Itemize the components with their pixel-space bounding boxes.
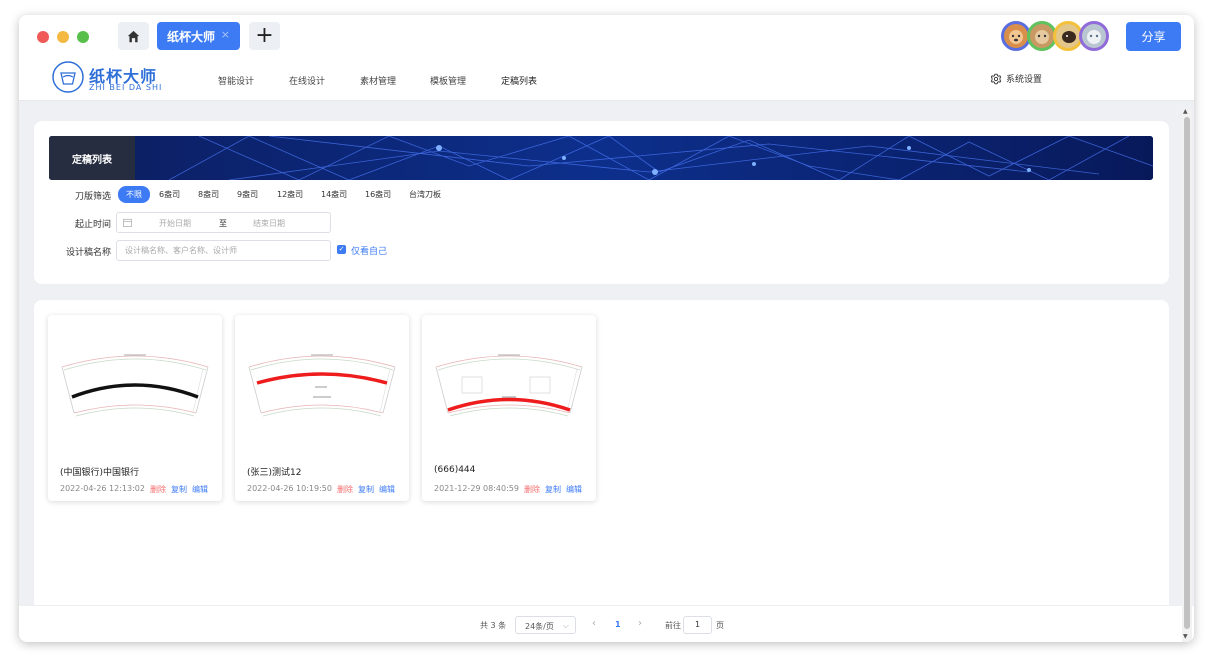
date-range-label: 起止时间 bbox=[74, 220, 111, 230]
calendar-icon bbox=[123, 218, 132, 227]
page-size-select[interactable]: 24条/页 ⌵ bbox=[515, 616, 576, 634]
cat-avatar-icon bbox=[1087, 30, 1101, 44]
knife-option-taiwan[interactable]: 台湾刀板 bbox=[409, 189, 441, 200]
delete-link[interactable]: 删除 bbox=[150, 484, 166, 495]
nav-item-material-manage[interactable]: 素材管理 bbox=[360, 74, 396, 87]
design-name-label: 设计稿名称 bbox=[65, 248, 111, 258]
design-date: 2022-04-26 12:13:02 bbox=[60, 484, 145, 493]
knife-option-6oz[interactable]: 6盎司 bbox=[159, 189, 180, 200]
title-bar: 纸杯大师 × + 分享 bbox=[19, 15, 1194, 59]
gear-icon bbox=[990, 73, 1002, 84]
design-list-panel: (中国银行)中国银行 2022-04-26 12:13:02 删除 复制 编辑 … bbox=[34, 300, 1169, 605]
tab-label: 纸杯大师 bbox=[167, 29, 216, 44]
design-date: 2021-12-29 08:40:59 bbox=[434, 484, 519, 493]
design-card[interactable]: (中国银行)中国银行 2022-04-26 12:13:02 删除 复制 编辑 bbox=[48, 315, 222, 501]
knife-option-unlimited[interactable]: 不限 bbox=[118, 186, 150, 203]
knife-option-9oz[interactable]: 9盎司 bbox=[237, 189, 258, 200]
top-navbar: 纸杯大师 ZHI BEI DA SHI 智能设计 在线设计 素材管理 模板管理 … bbox=[19, 59, 1194, 101]
knife-filter-label: 刀版筛选 bbox=[74, 192, 111, 202]
knife-option-16oz[interactable]: 16盎司 bbox=[365, 189, 391, 200]
tab-close-icon[interactable]: × bbox=[221, 28, 230, 41]
total-count: 共 3 条 bbox=[480, 621, 507, 630]
only-mine-checkbox[interactable]: ✓ bbox=[337, 245, 346, 254]
end-date-placeholder: 结束日期 bbox=[253, 219, 285, 228]
delete-link[interactable]: 删除 bbox=[337, 484, 353, 495]
goto-page-input[interactable]: 1 bbox=[683, 616, 712, 634]
goto-label: 前往 bbox=[665, 621, 681, 630]
current-page[interactable]: 1 bbox=[615, 620, 621, 629]
cup-dieline-thumbnail bbox=[61, 354, 209, 417]
nav-item-online-design[interactable]: 在线设计 bbox=[289, 74, 325, 87]
system-settings-button[interactable]: 系统设置 bbox=[990, 72, 1042, 85]
home-button[interactable] bbox=[118, 22, 149, 50]
knife-option-12oz[interactable]: 12盎司 bbox=[277, 189, 303, 200]
nav-item-template-manage[interactable]: 模板管理 bbox=[430, 74, 466, 87]
start-date-placeholder: 开始日期 bbox=[159, 219, 191, 228]
page-banner: 定稿列表 bbox=[49, 136, 1153, 180]
settings-label: 系统设置 bbox=[1006, 75, 1043, 85]
design-card[interactable]: (张三)测试12 2022-04-26 10:19:50 删除 复制 编辑 bbox=[235, 315, 409, 501]
scrollbar-thumb[interactable] bbox=[1184, 117, 1190, 629]
cup-logo-icon bbox=[52, 61, 84, 93]
design-date: 2022-04-26 10:19:50 bbox=[247, 484, 332, 493]
nav-item-smart-design[interactable]: 智能设计 bbox=[218, 74, 254, 87]
knife-option-8oz[interactable]: 8盎司 bbox=[198, 189, 219, 200]
design-title: (666)444 bbox=[434, 465, 476, 475]
design-card[interactable]: (666)444 2021-12-29 08:40:59 删除 复制 编辑 bbox=[422, 315, 596, 501]
app-window: 纸杯大师 × + 分享 纸杯大师 ZHI BEI DA SHI 智能设计 在线设… bbox=[19, 15, 1194, 642]
design-name-search-input[interactable] bbox=[116, 240, 331, 261]
maximize-window-button[interactable] bbox=[77, 31, 89, 43]
pagination: 共 3 条 24条/页 ⌵ ‹ 1 › 前往 1 页 bbox=[19, 605, 1194, 642]
page-size-value: 24条/页 bbox=[525, 622, 554, 631]
scrollbar[interactable]: ▲ ▼ bbox=[1182, 108, 1192, 642]
design-title: (中国银行)中国银行 bbox=[60, 468, 140, 478]
prev-page-icon[interactable]: ‹ bbox=[592, 618, 596, 629]
copy-link[interactable]: 复制 bbox=[171, 484, 187, 495]
cup-dieline-thumbnail bbox=[248, 354, 396, 417]
dog-avatar-icon bbox=[1009, 30, 1023, 44]
filter-panel: 定稿列表 刀版筛选 不限 6盎司 8盎司 9盎司 12盎司 14盎司 16盎司 … bbox=[34, 121, 1169, 284]
cup-dieline-thumbnail bbox=[435, 354, 583, 417]
design-title: (张三)测试12 bbox=[247, 468, 302, 478]
tab-zhibei-dashi[interactable]: 纸杯大师 × bbox=[157, 22, 240, 50]
only-mine-label[interactable]: 仅看自己 bbox=[351, 244, 387, 257]
share-button[interactable]: 分享 bbox=[1126, 22, 1181, 51]
date-range-picker[interactable]: 开始日期 至 结束日期 bbox=[116, 212, 331, 233]
new-tab-button[interactable]: + bbox=[249, 22, 280, 50]
home-icon bbox=[127, 30, 140, 42]
cat-avatar-icon bbox=[1035, 30, 1049, 44]
collaborator-avatars bbox=[1001, 21, 1111, 51]
edit-link[interactable]: 编辑 bbox=[379, 484, 395, 495]
nav-item-final-list[interactable]: 定稿列表 bbox=[501, 74, 537, 87]
avatar[interactable] bbox=[1079, 21, 1109, 51]
edit-link[interactable]: 编辑 bbox=[566, 484, 582, 495]
scroll-down-icon[interactable]: ▼ bbox=[1183, 633, 1188, 640]
close-window-button[interactable] bbox=[37, 31, 49, 43]
copy-link[interactable]: 复制 bbox=[358, 484, 374, 495]
brand-name-pinyin: ZHI BEI DA SHI bbox=[89, 83, 163, 92]
copy-link[interactable]: 复制 bbox=[545, 484, 561, 495]
next-page-icon[interactable]: › bbox=[638, 618, 642, 629]
scroll-up-icon[interactable]: ▲ bbox=[1183, 108, 1188, 115]
delete-link[interactable]: 删除 bbox=[524, 484, 540, 495]
network-banner-graphic bbox=[49, 136, 1153, 180]
knife-option-14oz[interactable]: 14盎司 bbox=[321, 189, 347, 200]
edit-link[interactable]: 编辑 bbox=[192, 484, 208, 495]
page-unit-label: 页 bbox=[716, 621, 724, 630]
banner-title: 定稿列表 bbox=[49, 136, 135, 180]
minimize-window-button[interactable] bbox=[57, 31, 69, 43]
chevron-down-icon: ⌵ bbox=[562, 621, 569, 630]
dog-avatar-icon bbox=[1062, 31, 1076, 43]
date-separator: 至 bbox=[219, 219, 227, 228]
